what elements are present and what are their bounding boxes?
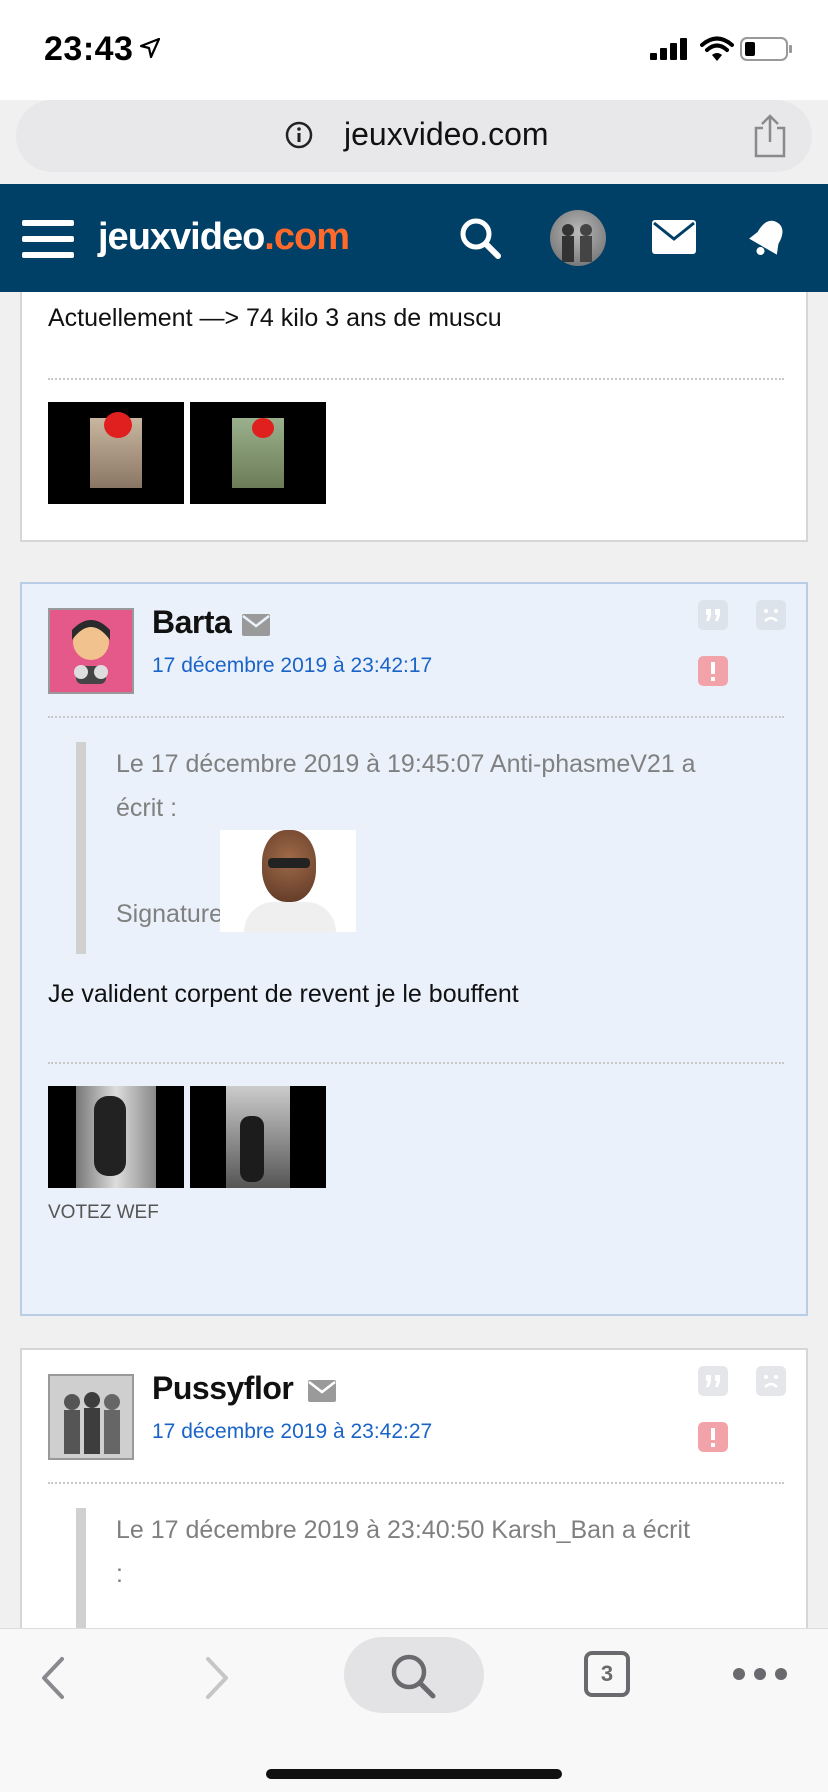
separator — [48, 1062, 784, 1064]
site-header: jeuxvideo.com — [0, 184, 828, 292]
logo-suffix: .com — [264, 216, 350, 258]
forum-post: Barta 17 décembre 2019 à 23:42:17 Le 17 … — [20, 582, 808, 1316]
quote-header-cont: : — [116, 1560, 123, 1588]
address-bar[interactable]: jeuxvideo.com — [16, 100, 812, 172]
image-thumbnail[interactable] — [190, 402, 326, 504]
search-icon[interactable] — [458, 216, 502, 260]
post-text: Je valident corpent de revent je le bouf… — [48, 980, 519, 1008]
sad-face-icon[interactable] — [756, 1366, 786, 1396]
author-avatar[interactable] — [48, 1374, 134, 1460]
status-time: 23:43 — [44, 30, 134, 68]
forward-icon[interactable] — [202, 1655, 232, 1701]
quoted-message: Le 17 décembre 2019 à 19:45:07 Anti-phas… — [76, 742, 786, 954]
search-icon — [391, 1654, 436, 1699]
separator — [48, 716, 784, 718]
site-logo[interactable]: jeuxvideo.com — [98, 216, 350, 259]
post-date[interactable]: 17 décembre 2019 à 23:42:27 — [152, 1420, 432, 1444]
quote-header-cont: écrit : — [116, 794, 178, 822]
quote-header: Le 17 décembre 2019 à 23:40:50 Karsh_Ban… — [116, 1516, 691, 1544]
status-bar: 23:43 — [0, 0, 828, 100]
quoted-image[interactable] — [220, 830, 356, 932]
url-domain[interactable]: jeuxvideo.com — [344, 116, 549, 153]
search-button[interactable] — [344, 1637, 484, 1713]
share-icon[interactable] — [750, 114, 790, 158]
notification-bell-icon[interactable] — [748, 216, 788, 260]
home-indicator — [266, 1769, 562, 1779]
quote-header: Le 17 décembre 2019 à 19:45:07 Anti-phas… — [116, 750, 696, 778]
image-thumbnail[interactable] — [48, 402, 184, 504]
battery-icon — [740, 37, 792, 61]
user-avatar[interactable] — [550, 210, 606, 266]
avatar-people-icon — [562, 224, 592, 262]
location-arrow-icon — [140, 38, 160, 58]
tab-count: 3 — [600, 1661, 614, 1686]
more-options-icon[interactable] — [732, 1667, 788, 1681]
post-text: Actuellement —> 74 kilo 3 ans de muscu — [48, 304, 502, 332]
report-alert-icon[interactable] — [698, 656, 728, 686]
menu-icon[interactable] — [22, 220, 74, 258]
info-icon[interactable] — [284, 120, 314, 150]
avatar-image — [50, 610, 132, 692]
separator — [48, 378, 784, 380]
mail-icon[interactable] — [652, 220, 696, 254]
forum-post: Pussyflor 17 décembre 2019 à 23:42:27 Le… — [20, 1348, 808, 1628]
topic-messages[interactable]: Actuellement —> 74 kilo 3 ans de muscu B… — [0, 292, 828, 1628]
private-message-icon[interactable] — [242, 614, 270, 636]
cellular-signal-icon — [650, 38, 687, 60]
sad-face-icon[interactable] — [756, 600, 786, 630]
report-alert-icon[interactable] — [698, 1422, 728, 1452]
forum-post: Actuellement —> 74 kilo 3 ans de muscu — [20, 292, 808, 542]
avatar-image — [50, 1376, 132, 1458]
quoted-message: Le 17 décembre 2019 à 23:40:50 Karsh_Ban… — [76, 1508, 786, 1628]
quote-icon[interactable] — [698, 1366, 728, 1396]
author-name[interactable]: Pussyflor — [152, 1370, 294, 1407]
separator — [48, 1482, 784, 1484]
tabs-button[interactable]: 3 — [584, 1651, 630, 1697]
quote-signature-label: Signature — [116, 900, 224, 928]
author-name[interactable]: Barta — [152, 604, 232, 641]
image-thumbnail[interactable] — [190, 1086, 326, 1188]
private-message-icon[interactable] — [308, 1380, 336, 1402]
wifi-icon — [700, 36, 734, 61]
browser-toolbar: 3 — [0, 1628, 828, 1792]
quote-icon[interactable] — [698, 600, 728, 630]
post-date[interactable]: 17 décembre 2019 à 23:42:17 — [152, 654, 432, 678]
logo-text: jeuxvideo — [98, 216, 265, 258]
post-signature: VOTEZ WEF — [48, 1202, 159, 1223]
image-thumbnail[interactable] — [48, 1086, 184, 1188]
back-icon[interactable] — [38, 1655, 68, 1701]
author-avatar[interactable] — [48, 608, 134, 694]
